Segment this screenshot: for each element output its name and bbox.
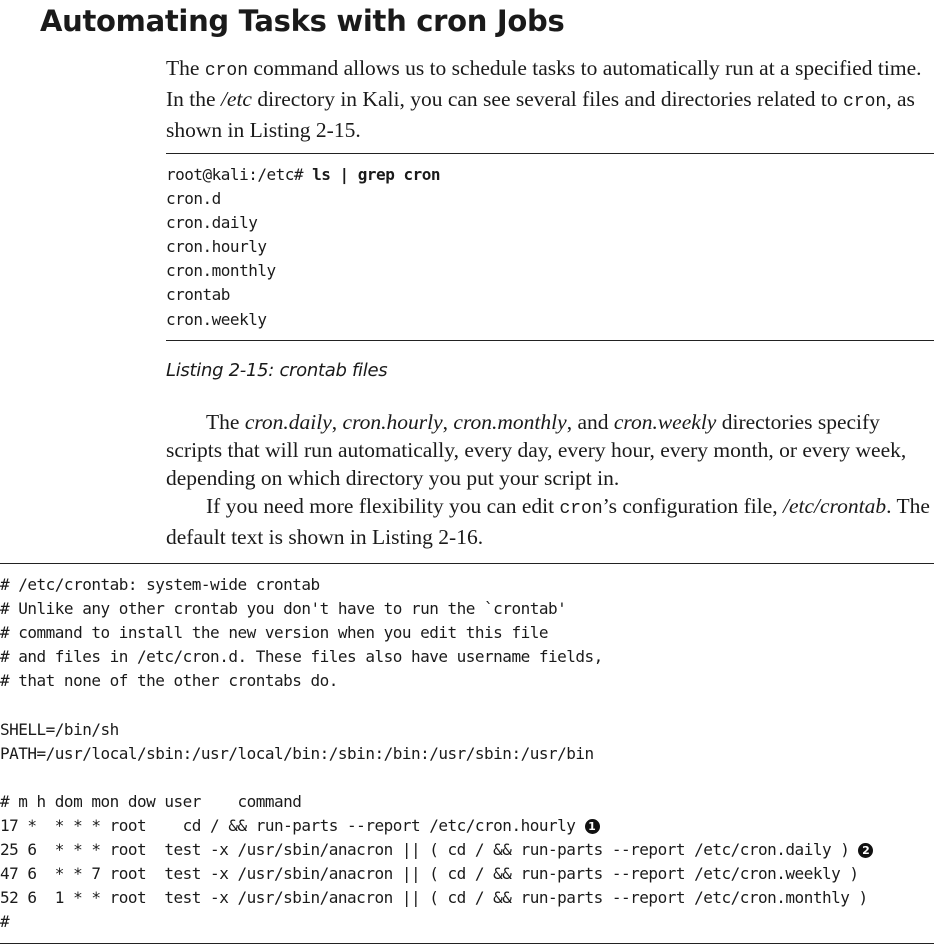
output-line: cron.daily [166, 213, 258, 233]
inline-code-cron: cron [204, 61, 249, 81]
inline-path-crontab: /etc/crontab [783, 494, 887, 518]
cron-job-weekly: 47 6 * * 7 root test -x /usr/sbin/anacro… [0, 864, 859, 884]
listing-2-16-code: # /etc/crontab: system-wide crontab # Un… [0, 573, 874, 934]
path-variable: PATH=/usr/local/sbin:/usr/local/bin:/sbi… [0, 743, 594, 763]
inline-code-cron: cron [559, 499, 603, 519]
inline-code-cron: cron [843, 92, 887, 112]
listing-caption: Listing 2-15: crontab files [166, 360, 388, 381]
listing-bottom-rule [166, 340, 934, 341]
intro-paragraph: The cron command allows us to schedule t… [166, 54, 936, 144]
comment-line: # Unlike any other crontab you don't hav… [0, 599, 567, 619]
callout-2-icon: 2 [858, 843, 874, 859]
end-comment: # [0, 912, 10, 932]
crontab-header: # m h dom mon dow user command [0, 791, 302, 811]
body-paragraph-3: If you need more flexibility you can edi… [166, 492, 936, 551]
dir-name: cron.weekly [613, 410, 717, 434]
dir-name: cron.hourly [342, 410, 443, 434]
dir-name: cron.monthly [453, 410, 567, 434]
para-text: , and [566, 410, 614, 434]
comment-line: # /etc/crontab: system-wide crontab [0, 575, 320, 594]
listing-top-rule [166, 153, 934, 154]
listing-2-15-code: root@kali:/etc# ls | grep cron cron.d cr… [166, 163, 440, 332]
para-text: If you need more flexibility you can edi… [206, 494, 560, 518]
comment-line: # and files in /etc/cron.d. These files … [0, 647, 603, 667]
intro-text: directory in Kali, you can see several f… [251, 87, 843, 111]
para-text: , [331, 410, 343, 434]
cron-job-hourly: 17 * * * * root cd / && run-parts --repo… [0, 815, 585, 835]
para-text: ’s configuration file, [602, 494, 783, 518]
listing-top-rule [0, 563, 934, 564]
body-paragraph-2: The cron.daily, cron.hourly, cron.monthl… [166, 408, 936, 492]
output-line: cron.weekly [166, 309, 267, 329]
comment-line: # command to install the new version whe… [0, 623, 548, 643]
section-heading: Automating Tasks with cron Jobs [40, 4, 565, 38]
dir-name: cron.daily [244, 410, 332, 434]
cron-job-monthly: 52 6 1 * * root test -x /usr/sbin/anacro… [0, 888, 868, 908]
inline-path-etc: /etc [220, 87, 252, 111]
para-text: The [206, 410, 245, 434]
shell-prompt: root@kali:/etc# [166, 165, 313, 184]
output-line: cron.hourly [166, 237, 267, 257]
cron-job-daily: 25 6 * * * root test -x /usr/sbin/anacro… [0, 840, 859, 860]
intro-text: The [166, 56, 205, 80]
output-line: cron.monthly [166, 261, 276, 281]
listing-bottom-rule [0, 943, 934, 944]
para-text: , [442, 410, 454, 434]
output-line: crontab [166, 285, 230, 305]
shell-variable: SHELL=/bin/sh [0, 719, 119, 739]
comment-line: # that none of the other crontabs do. [0, 671, 338, 691]
callout-1-icon: 1 [584, 818, 600, 834]
output-line: cron.d [166, 189, 221, 209]
shell-command: ls | grep cron [312, 165, 440, 184]
